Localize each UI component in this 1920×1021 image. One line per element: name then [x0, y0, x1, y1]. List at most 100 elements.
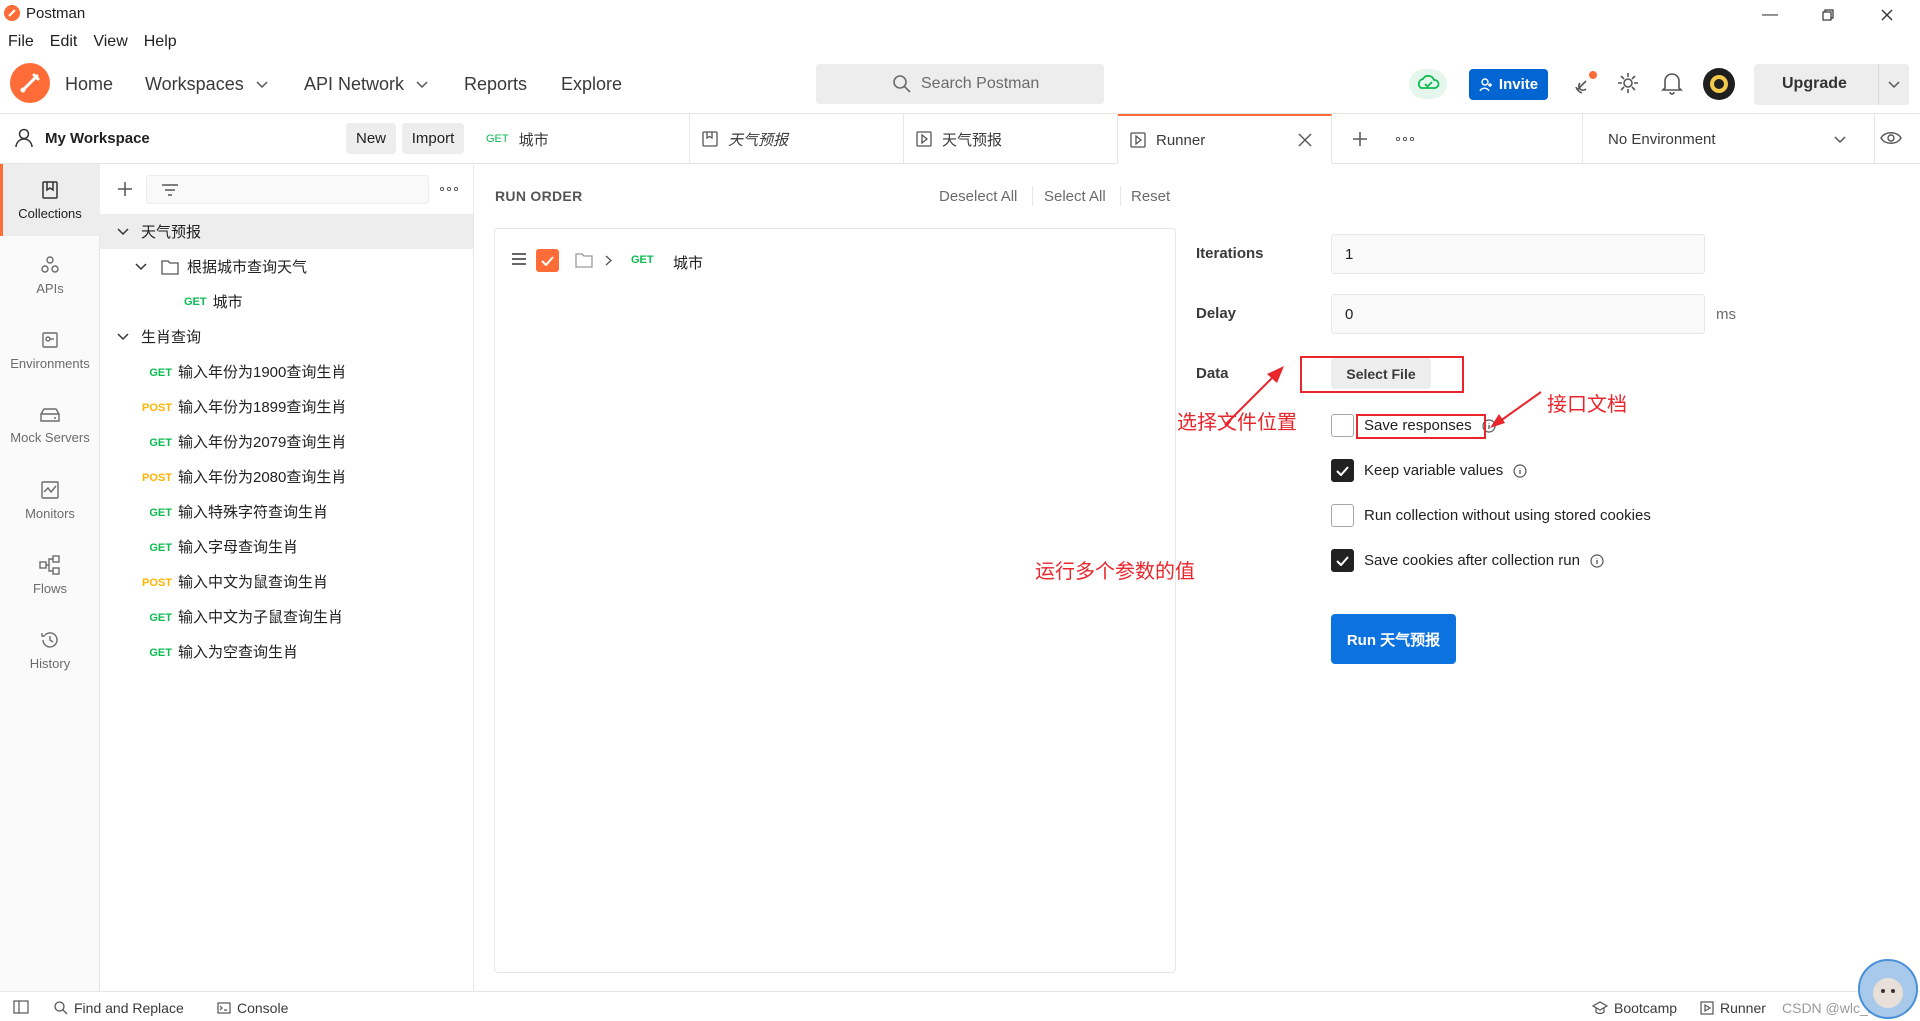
reset-link[interactable]: Reset: [1131, 188, 1170, 205]
upgrade-label: Upgrade: [1782, 75, 1847, 92]
toggle-sidebar-icon[interactable]: [13, 1000, 29, 1014]
filter-input[interactable]: [146, 175, 429, 204]
tab-weather-runner[interactable]: 天气预报: [904, 114, 1118, 164]
upgrade-button[interactable]: Upgrade: [1754, 64, 1909, 105]
runner-icon: [1700, 1001, 1714, 1015]
console-icon: [217, 1002, 231, 1014]
sync-status-icon[interactable]: [1409, 69, 1447, 99]
more-tabs-icon[interactable]: [1396, 137, 1414, 141]
tree-request[interactable]: POST 输入年份为1899查询生肖: [100, 389, 473, 424]
sidebar-item-collections[interactable]: Collections: [0, 164, 100, 236]
iterations-input[interactable]: 1: [1331, 234, 1705, 274]
tree-request[interactable]: GET 输入特殊字符查询生肖: [100, 494, 473, 529]
folder-icon: [161, 259, 179, 275]
tree-request[interactable]: GET 输入中文为子鼠查询生肖: [100, 599, 473, 634]
eye-icon[interactable]: [1880, 129, 1902, 147]
nav-api-network[interactable]: API Network: [304, 74, 428, 95]
environment-select[interactable]: No Environment: [1584, 114, 1874, 164]
tree-request[interactable]: GET 输入年份为1900查询生肖: [100, 354, 473, 389]
minimize-button[interactable]: —: [1747, 3, 1793, 27]
menu-file[interactable]: File: [0, 29, 42, 55]
find-and-replace-button[interactable]: Find and Replace: [54, 1000, 184, 1016]
nav-home[interactable]: Home: [65, 74, 113, 95]
no-stored-cookies-checkbox[interactable]: [1331, 504, 1354, 527]
sidebar-item-history[interactable]: History: [0, 614, 100, 686]
menu-edit[interactable]: Edit: [42, 29, 86, 55]
annotation-select-file-location: 选择文件位置: [1177, 412, 1297, 434]
bootcamp-button[interactable]: Bootcamp: [1592, 1000, 1677, 1016]
sidebar-item-mock-servers[interactable]: Mock Servers: [0, 389, 100, 461]
info-icon: [1590, 553, 1604, 568]
delay-input[interactable]: 0: [1331, 294, 1705, 334]
monitors-icon: [41, 480, 59, 499]
info-icon: [1513, 463, 1527, 478]
left-sidebar: Collections APIs Environments Mock Serve…: [0, 164, 100, 991]
sidebar-item-flows[interactable]: Flows: [0, 539, 100, 611]
new-tab-icon[interactable]: [1352, 131, 1368, 147]
run-item-method: GET: [631, 254, 654, 266]
floating-avatar[interactable]: [1858, 959, 1918, 1019]
menu-help[interactable]: Help: [136, 29, 185, 55]
status-bar: Find and Replace Console Bootcamp Runner…: [0, 959, 1920, 1021]
menu-bar: File Edit View Help: [0, 29, 185, 55]
settings-gear-icon[interactable]: [1616, 71, 1640, 95]
menu-view[interactable]: View: [85, 29, 135, 55]
postman-logo-icon[interactable]: [10, 63, 50, 103]
save-responses-checkbox[interactable]: [1331, 414, 1354, 437]
chevron-down-icon: [416, 80, 428, 88]
sidebar-item-environments[interactable]: Environments: [0, 314, 100, 386]
console-button[interactable]: Console: [217, 1000, 288, 1016]
apis-icon: [41, 255, 59, 273]
satellite-icon[interactable]: [1572, 69, 1600, 97]
tree-request-city[interactable]: GET 城市: [100, 284, 473, 319]
save-cookies-checkbox[interactable]: [1331, 549, 1354, 572]
restore-button[interactable]: [1805, 3, 1851, 27]
search-input[interactable]: Search Postman: [816, 64, 1104, 104]
chevron-down-icon: [117, 332, 129, 340]
sidebar-item-apis[interactable]: APIs: [0, 239, 100, 311]
save-cookies-option: Save cookies after collection run: [1364, 552, 1604, 569]
chevron-down-icon[interactable]: [1888, 81, 1900, 89]
tab-city[interactable]: GET 城市: [474, 114, 690, 164]
tree-request[interactable]: GET 输入为空查询生肖: [100, 634, 473, 669]
deselect-all-link[interactable]: Deselect All: [939, 188, 1017, 205]
select-all-link[interactable]: Select All: [1044, 188, 1106, 205]
run-item-checkbox[interactable]: [536, 249, 559, 272]
close-icon[interactable]: [1298, 133, 1312, 147]
add-icon[interactable]: [117, 181, 133, 197]
nav-explore[interactable]: Explore: [561, 74, 622, 95]
tree-folder[interactable]: 根据城市查询天气: [100, 249, 473, 284]
nav-workspaces[interactable]: Workspaces: [145, 74, 268, 95]
tree-request[interactable]: POST 输入中文为鼠查询生肖: [100, 564, 473, 599]
divider: [1032, 186, 1033, 206]
notification-bell-icon[interactable]: [1661, 71, 1683, 95]
import-button[interactable]: Import: [402, 123, 464, 154]
tree-request[interactable]: GET 输入年份为2079查询生肖: [100, 424, 473, 459]
chevron-right-icon[interactable]: [605, 255, 612, 266]
more-options-icon[interactable]: [440, 187, 458, 191]
delay-label: Delay: [1196, 305, 1237, 322]
close-window-button[interactable]: [1864, 3, 1910, 27]
no-stored-cookies-option: Run collection without using stored cook…: [1364, 507, 1651, 524]
tab-weather-collection[interactable]: 天气预报: [690, 114, 904, 164]
invite-button[interactable]: Invite: [1469, 69, 1548, 100]
sidebar-item-monitors[interactable]: Monitors: [0, 464, 100, 536]
nav-reports[interactable]: Reports: [464, 74, 527, 95]
avatar[interactable]: [1703, 68, 1735, 100]
folder-icon: [575, 252, 593, 268]
drag-handle-icon[interactable]: [511, 253, 527, 265]
tree-request[interactable]: POST 输入年份为2080查询生肖: [100, 459, 473, 494]
keep-variable-values-checkbox[interactable]: [1331, 459, 1354, 482]
workspace-name[interactable]: My Workspace: [45, 130, 150, 147]
runner-button[interactable]: Runner: [1700, 1000, 1766, 1016]
tab-runner[interactable]: Runner: [1118, 114, 1332, 164]
runner-icon: [1130, 132, 1146, 148]
checkmark-icon: [541, 255, 554, 266]
environments-icon: [42, 331, 58, 348]
run-collection-button[interactable]: Run 天气预报: [1331, 614, 1456, 664]
tree-collection-zodiac[interactable]: 生肖查询: [100, 319, 473, 354]
tree-collection-weather[interactable]: 天气预报: [100, 214, 473, 249]
tree-request[interactable]: GET 输入字母查询生肖: [100, 529, 473, 564]
new-button[interactable]: New: [346, 123, 396, 154]
mock-servers-icon: [40, 407, 60, 422]
